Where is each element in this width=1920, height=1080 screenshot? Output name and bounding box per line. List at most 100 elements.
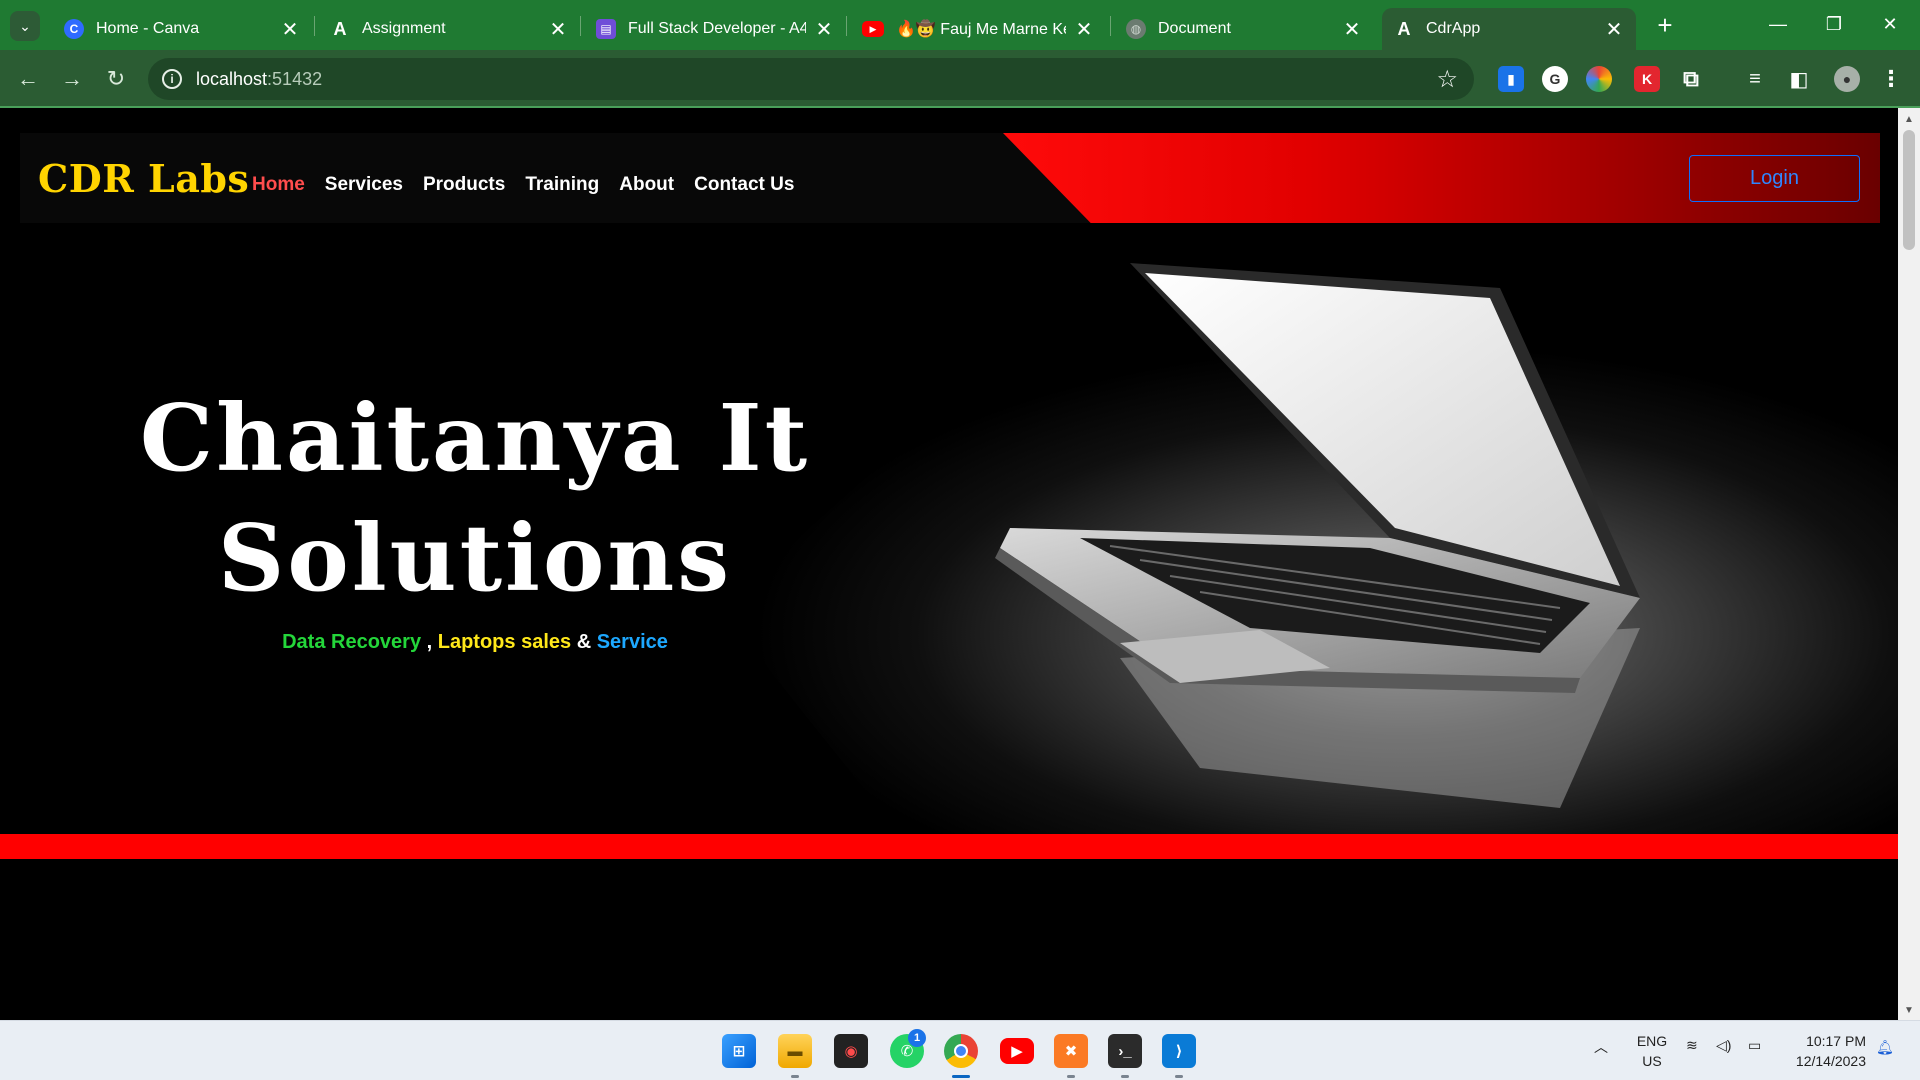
bookmark-star-icon[interactable]: ☆ [1436,65,1458,94]
nav-link-services[interactable]: Services [325,174,403,196]
volume-icon[interactable]: ◁) [1716,1037,1731,1054]
tab-separator [846,16,847,36]
scroll-up-arrow-icon[interactable]: ▲ [1904,114,1914,125]
browser-toolbar: ← → ↻ i localhost:51432 ☆ ▮ G K ⧉ ≡ ◧ ● … [0,50,1920,108]
site-info-icon[interactable]: i [162,69,182,89]
k-extension-icon[interactable]: K [1634,66,1660,92]
tab-title: 🔥🤠 Fauj Me Marne Keliy [896,21,1066,38]
close-icon[interactable]: ✕ [1604,17,1624,42]
start-icon[interactable]: ⊞ [722,1034,756,1068]
hero-title-line-1: Chaitanya It [139,384,811,492]
globe-icon: ◍ [1126,19,1146,39]
angular-icon: A [1397,18,1411,39]
tab-title: Full Stack Developer - A4 [628,20,806,37]
new-tab-button[interactable]: + [1650,10,1680,40]
scroll-down-arrow-icon[interactable]: ▼ [1904,1005,1914,1016]
subtitle-laptops-sales: Laptops sales [437,631,572,653]
whatsapp-notification-badge: 1 [908,1029,926,1047]
clock-date: 12/14/2023 [1795,1053,1866,1069]
tab-full-stack-developer[interactable]: ▤ Full Stack Developer - A4 ✕ [584,8,846,50]
screen-recorder-icon[interactable]: ◉ [834,1034,868,1068]
restore-icon[interactable]: ❐ [1814,8,1854,40]
battery-icon[interactable]: ▭ [1748,1037,1761,1054]
hero-subtitle: Data Recovery , Laptops sales & Service [100,631,850,654]
xampp-icon[interactable]: ✖ [1054,1034,1088,1068]
region-code: US [1642,1053,1662,1069]
url-host: localhost [196,69,268,89]
close-icon[interactable]: ✕ [280,17,300,42]
page-scrollbar[interactable]: ▲ ▼ [1898,108,1920,1020]
wifi-icon[interactable]: ≋ [1686,1037,1698,1054]
back-arrow-icon[interactable]: ← [12,63,44,95]
tab-document[interactable]: ◍ Document ✕ [1114,8,1374,50]
docs-extension-icon[interactable]: ▮ [1498,66,1524,92]
site-brand-logo[interactable]: CDR Labs [38,156,249,201]
tab-separator [580,16,581,36]
tab-assignment[interactable]: A Assignment ✕ [318,8,580,50]
nav-link-contact-us[interactable]: Contact Us [694,174,794,196]
running-indicator [791,1075,799,1078]
close-icon[interactable]: ✕ [548,17,568,42]
tab-title: Home - Canva [96,20,200,37]
chrome-icon[interactable] [944,1034,978,1068]
terminal-icon[interactable]: ›_ [1108,1034,1142,1068]
document-icon: ▤ [596,19,616,39]
running-indicator [1067,1075,1075,1078]
close-icon[interactable]: ✕ [814,17,834,42]
running-indicator-active [952,1075,970,1078]
nav-link-training[interactable]: Training [525,174,599,196]
side-panel-icon[interactable]: ◧ [1786,66,1812,92]
scrollbar-thumb[interactable] [1903,130,1915,250]
hero-title-line-2: Solutions [217,504,733,612]
running-indicator [1121,1075,1129,1078]
angular-icon: A [333,18,347,39]
subtitle-ampersand: & [571,631,597,653]
notification-bell-icon[interactable]: 🔔︎ [1876,1039,1894,1056]
forward-arrow-icon[interactable]: → [56,63,88,95]
subtitle-separator: , [421,631,438,653]
grammar-extension-icon[interactable]: G [1542,66,1568,92]
profile-avatar[interactable]: ● [1834,66,1860,92]
youtube-icon[interactable]: ▶ [1000,1038,1034,1064]
tab-search-chevron-icon[interactable]: ⌄ [10,11,40,41]
media-controls-icon[interactable]: ≡ [1742,66,1768,92]
show-hidden-icons-chevron-icon[interactable]: ︿ [1594,1037,1608,1057]
extensions-puzzle-icon[interactable]: ⧉ [1678,66,1704,92]
subtitle-data-recovery: Data Recovery [282,631,422,653]
minimize-icon[interactable]: — [1758,8,1798,40]
windows-taskbar: ⊞ ▬ ◉ ✆ 1 ▶ ✖ ›_ ⟩ ︿ ENG US ≋ ◁) ▭ 10:17… [0,1020,1920,1080]
url-port: :51432 [267,69,323,89]
site-main-menu: Home Services Products Training About Co… [252,174,794,196]
canva-icon: C [64,19,84,39]
reload-icon[interactable]: ↻ [100,63,132,95]
address-url[interactable]: localhost:51432 [196,69,322,90]
clock-time: 10:17 PM [1806,1033,1866,1049]
language-code: ENG [1636,1033,1668,1049]
nav-link-about[interactable]: About [619,174,674,196]
window-close-icon[interactable]: ✕ [1870,8,1910,40]
close-icon[interactable]: ✕ [1074,17,1094,42]
running-indicator [1175,1075,1183,1078]
tab-youtube-fauj[interactable]: ▶ 🔥🤠 Fauj Me Marne Keliy ✕ [850,8,1106,50]
browser-tab-bar: ⌄ C Home - Canva ✕ A Assignment ✕ ▤ Full… [0,0,1920,50]
color-picker-extension-icon[interactable] [1586,66,1612,92]
input-language-indicator[interactable]: ENG US [1632,1031,1672,1071]
tab-home-canva[interactable]: C Home - Canva ✕ [52,8,312,50]
tab-title: CdrApp [1426,20,1481,37]
system-clock[interactable]: 10:17 PM 12/14/2023 [1782,1031,1866,1071]
more-menu-icon[interactable]: ⋮ [1878,66,1904,92]
tab-title: Document [1158,20,1231,37]
address-bar[interactable]: i localhost:51432 ☆ [148,58,1474,100]
tab-title: Assignment [362,20,446,37]
file-explorer-icon[interactable]: ▬ [778,1034,812,1068]
nav-link-home[interactable]: Home [252,174,305,196]
youtube-icon: ▶ [862,21,884,37]
login-button[interactable]: Login [1689,155,1860,202]
tab-cdrapp[interactable]: A CdrApp ✕ [1382,8,1636,50]
page-viewport: CDR Labs Home Services Products Training… [0,108,1898,1020]
tab-separator [314,16,315,36]
vscode-icon[interactable]: ⟩ [1162,1034,1196,1068]
subtitle-service: Service [596,631,668,653]
close-icon[interactable]: ✕ [1342,17,1362,42]
nav-link-products[interactable]: Products [423,174,505,196]
